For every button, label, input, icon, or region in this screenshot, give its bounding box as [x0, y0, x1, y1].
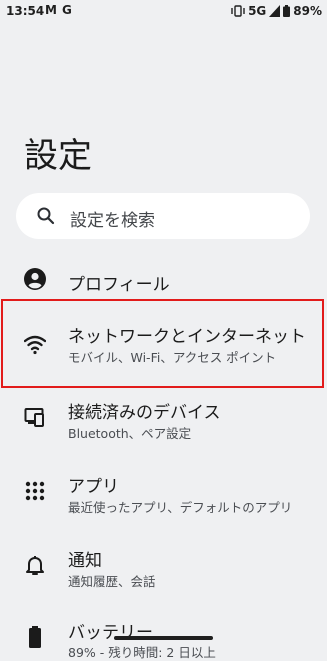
search-placeholder: 設定を検索: [70, 211, 155, 231]
vibrate-icon: [231, 5, 245, 17]
settings-item-connected-devices[interactable]: 接続済みのデバイス Bluetooth、ペア設定: [0, 388, 327, 452]
settings-item-profile[interactable]: プロフィール: [0, 258, 327, 302]
status-time: 13:54: [6, 4, 45, 18]
devices-icon: [24, 408, 44, 427]
search-icon: [37, 207, 55, 225]
settings-item-label: 通知: [68, 551, 102, 571]
settings-item-subtitle: Bluetooth、ペア設定: [68, 426, 192, 441]
search-bar[interactable]: 設定を検索: [16, 193, 310, 239]
account-circle-icon: [24, 268, 46, 290]
signal-icon: [269, 5, 281, 17]
status-bar: 13:54 M G 5G 89%: [0, 0, 327, 24]
settings-item-notifications[interactable]: 通知 通知履歴、会話: [0, 536, 327, 600]
apps-grid-icon: [25, 481, 45, 501]
settings-item-label: アプリ: [68, 477, 119, 497]
battery-status-icon: [283, 5, 291, 17]
status-right: 5G 89%: [231, 4, 322, 18]
network-type: 5G: [248, 4, 267, 18]
settings-item-label: 接続済みのデバイス: [68, 403, 221, 423]
settings-item-battery[interactable]: バッテリー 89% - 残り時間: 2 日以上: [0, 610, 327, 660]
page-title: 設定: [24, 136, 92, 176]
bell-icon: [26, 556, 44, 575]
highlight-box: [1, 299, 324, 388]
settings-item-label: プロフィール: [68, 275, 170, 295]
settings-item-subtitle: 最近使ったアプリ、デフォルトのアプリ: [68, 500, 293, 515]
battery-icon: [29, 626, 41, 648]
battery-percent: 89%: [293, 4, 322, 18]
settings-item-apps[interactable]: アプリ 最近使ったアプリ、デフォルトのアプリ: [0, 462, 327, 526]
gmail-notification-icon: M: [45, 3, 57, 17]
google-notification-icon: G: [62, 3, 72, 17]
settings-item-subtitle: 通知履歴、会話: [68, 574, 156, 589]
gesture-nav-handle[interactable]: [114, 636, 213, 640]
